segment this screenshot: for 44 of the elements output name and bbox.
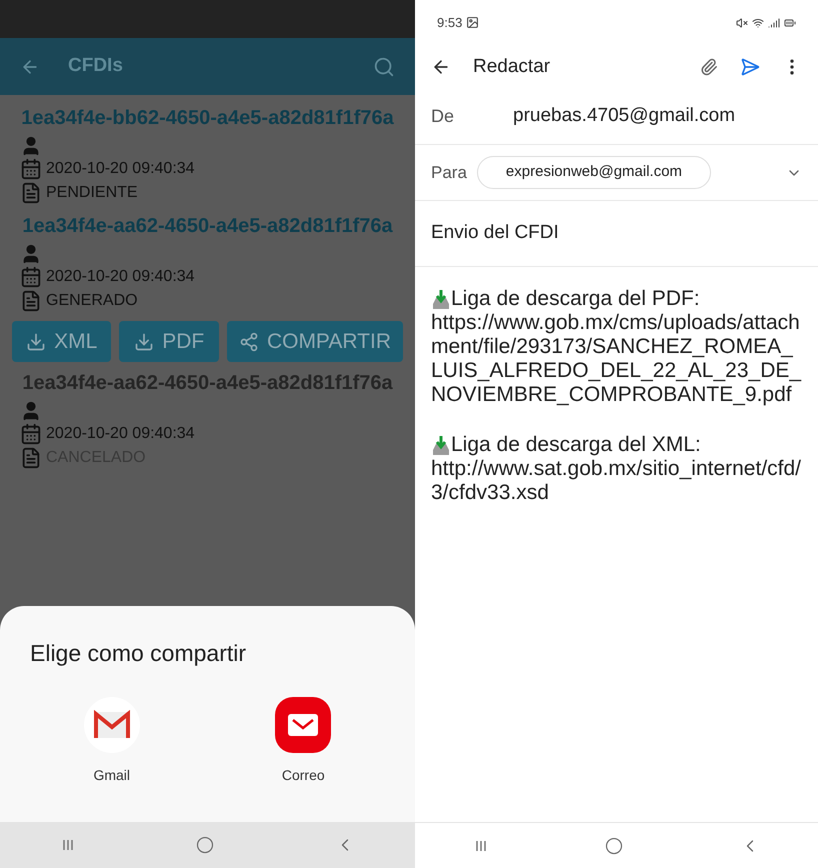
inbox-download-icon <box>431 289 451 311</box>
search-icon[interactable] <box>373 56 395 78</box>
home-icon[interactable] <box>604 836 622 854</box>
date-text: 2020-10-20 09:40:34 <box>46 159 195 179</box>
from-label: De <box>431 105 456 128</box>
document-icon <box>20 290 42 312</box>
wifi-icon <box>752 16 764 28</box>
battery-icon <box>784 16 796 28</box>
document-icon <box>20 447 42 469</box>
sheet-title: Elige como compartir <box>29 639 248 668</box>
recent-apps-icon[interactable] <box>60 838 74 852</box>
app-label[interactable]: Correo <box>282 764 325 786</box>
signal-icon <box>768 16 780 28</box>
download-icon <box>134 332 154 352</box>
body-text: Liga de descarga del PDF: <box>451 287 700 311</box>
send-icon[interactable] <box>740 57 760 77</box>
calendar-icon <box>20 266 42 288</box>
app-label[interactable]: Gmail <box>93 764 130 786</box>
status-text: PENDIENTE <box>46 183 138 203</box>
link-text[interactable]: https://www.gob.mx/cms/uploads/attachment/file/293173/SANCHEZ_ROMEA_LUIS_ALFREDO_DEL_22_AL_23_DE_NOVIEMBRE_COMPROBANTE_9.pdf <box>431 311 803 407</box>
document-icon <box>20 182 42 204</box>
calendar-icon <box>20 158 42 180</box>
link-text[interactable]: http://www.sat.gob.mx/sitio_internet/cfd/3/cfdv33.xsd <box>431 457 803 505</box>
screen-title: Redactar <box>473 54 552 79</box>
status-time: 9:53 <box>437 14 462 32</box>
inbox-download-icon <box>431 435 451 457</box>
image-icon <box>466 16 480 29</box>
calendar-icon <box>20 423 42 445</box>
date-text: 2020-10-20 09:40:34 <box>46 267 195 287</box>
share-icon <box>238 332 259 352</box>
paperclip-icon[interactable] <box>700 58 718 76</box>
recipient-chip[interactable]: expresionweb@gmail.com <box>476 156 712 189</box>
body-text: Liga de descarga del XML: <box>451 433 701 457</box>
screen-title: CFDIs <box>68 54 124 78</box>
envelope-icon[interactable] <box>275 696 332 752</box>
mute-icon <box>736 16 748 28</box>
to-label: Para <box>431 162 467 184</box>
date-text: 2020-10-20 09:40:34 <box>46 424 195 444</box>
recent-apps-icon[interactable] <box>474 838 488 852</box>
subject-field[interactable]: Envio del CFDI <box>415 201 818 267</box>
from-address: pruebas.4705@gmail.com <box>513 104 736 128</box>
download-icon <box>26 332 46 352</box>
status-text: GENERADO <box>46 291 138 311</box>
home-icon[interactable] <box>196 836 214 854</box>
